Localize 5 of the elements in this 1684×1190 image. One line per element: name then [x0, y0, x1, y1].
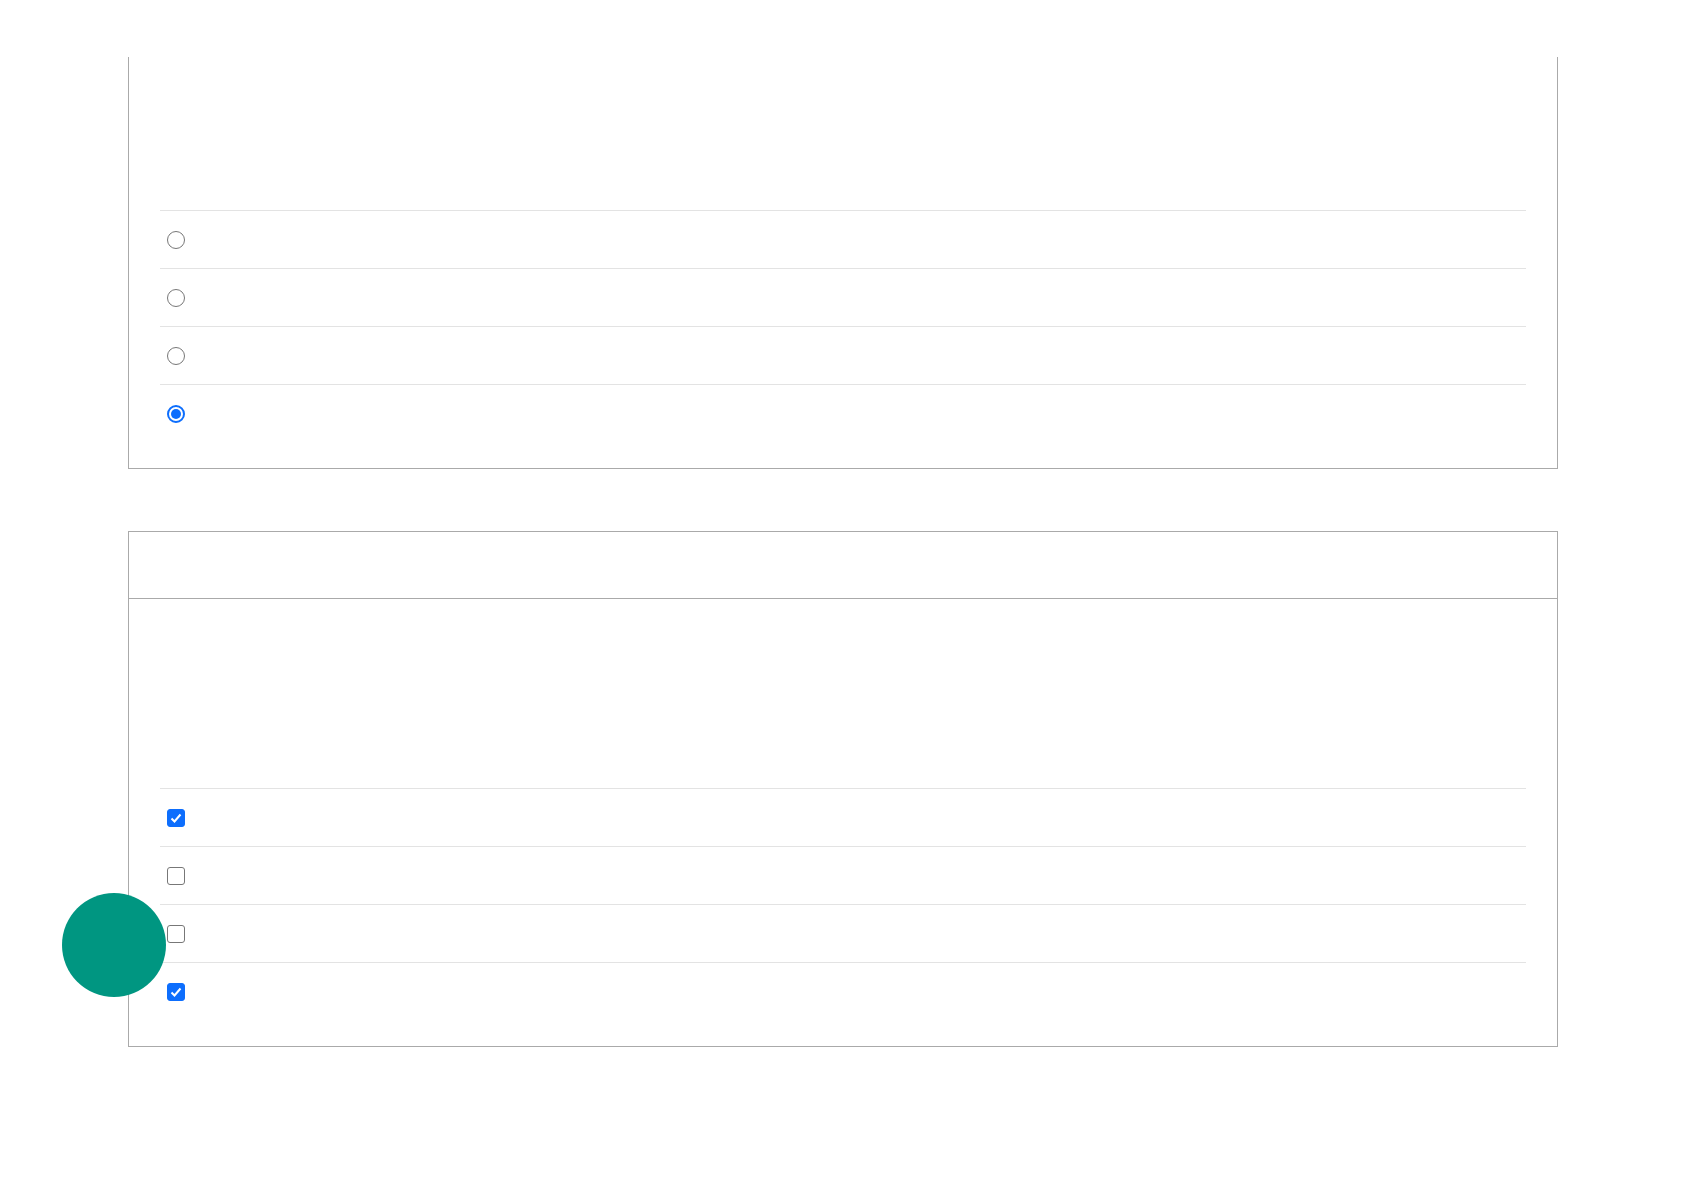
checkbox[interactable]: [167, 982, 185, 1001]
checkbox[interactable]: [167, 808, 185, 827]
checkbox[interactable]: [167, 866, 185, 885]
radio-button[interactable]: [167, 404, 185, 423]
checkbox[interactable]: [167, 924, 185, 943]
